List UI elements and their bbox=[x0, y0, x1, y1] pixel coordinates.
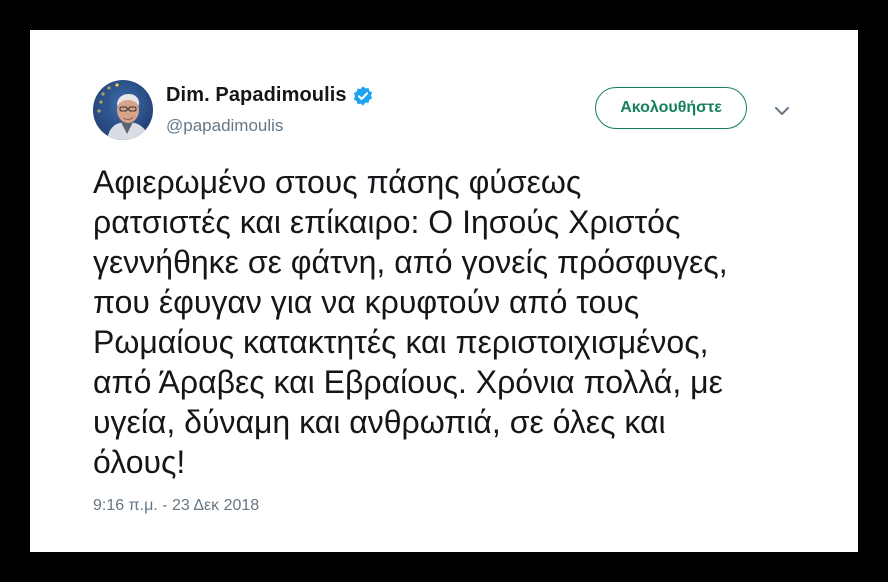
tweet-card: Dim. Papadimoulis @papadimoulis Ακολουθή… bbox=[30, 30, 858, 552]
tweet-timestamp[interactable]: 9:16 π.μ. - 23 Δεκ 2018 bbox=[93, 497, 259, 515]
tweet-text-line: Ρωμαίους κατακτητές και περιστοιχισμένος… bbox=[93, 324, 709, 360]
follow-button[interactable]: Ακολουθήστε bbox=[595, 87, 747, 129]
tweet-text-line: που έφυγαν για να κρυφτούν από τους bbox=[93, 284, 640, 320]
tweet-text: Αφιερωμένο στους πάσης φύσεως ρατσιστές … bbox=[93, 162, 813, 482]
tweet-text-line: ρατσιστές και επίκαιρο: Ο Ιησούς Χριστός bbox=[93, 204, 681, 240]
user-handle[interactable]: @papadimoulis bbox=[166, 116, 283, 136]
profile-photo bbox=[93, 80, 153, 140]
tweet-text-line: από Άραβες και Εβραίους. Χρόνια πολλά, μ… bbox=[93, 364, 723, 400]
tweet-text-line: όλους! bbox=[93, 444, 186, 480]
verified-badge-icon bbox=[352, 85, 374, 107]
avatar[interactable] bbox=[93, 80, 153, 140]
user-name-row[interactable]: Dim. Papadimoulis bbox=[166, 84, 374, 107]
tweet-text-line: γεννήθηκε σε φάτνη, από γονείς πρόσφυγες… bbox=[93, 244, 728, 280]
tweet-text-line: Αφιερωμένο στους πάσης φύσεως bbox=[93, 164, 582, 200]
chevron-down-icon[interactable] bbox=[773, 104, 791, 116]
display-name[interactable]: Dim. Papadimoulis bbox=[166, 84, 347, 107]
tweet-text-line: υγεία, δύναμη και ανθρωπιά, σε όλες και bbox=[93, 404, 666, 440]
